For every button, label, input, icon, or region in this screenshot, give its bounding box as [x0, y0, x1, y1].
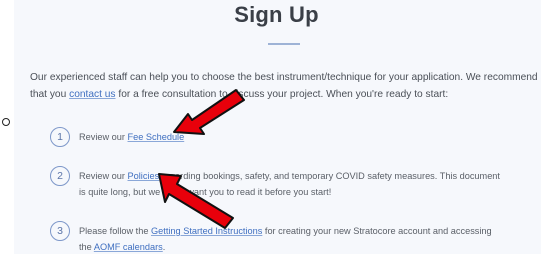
getting-started-link[interactable]: Getting Started Instructions [151, 226, 262, 236]
step-number-2: 2 [50, 166, 70, 186]
step-2-pre: Review our [79, 171, 128, 181]
step-1-pre: Review our [79, 132, 128, 142]
intro-line2-pre: that you [30, 89, 70, 100]
intro-line2-post: for a free consultation to discuss your … [115, 89, 449, 100]
step-3-line2-pre: the [79, 242, 94, 252]
step-number-3: 3 [50, 221, 70, 241]
content-panel [14, 0, 541, 254]
policies-link[interactable]: Policies [128, 171, 160, 181]
step-3-post: for creating your new Stratocore account… [262, 226, 492, 236]
step-2-post: regarding bookings, safety, and temporar… [159, 171, 500, 181]
intro-line1: Our experienced staff can help you to ch… [30, 72, 538, 83]
bullet-marker [2, 118, 10, 126]
contact-us-link[interactable]: contact us [69, 89, 115, 100]
title-divider [268, 43, 300, 45]
intro-paragraph: Our experienced staff can help you to ch… [30, 69, 540, 103]
aomf-calendars-link[interactable]: AOMF calendars [94, 242, 163, 252]
step-3-pre: Please follow the [79, 226, 152, 236]
step-3-line2-post: . [162, 242, 166, 252]
page: Sign Up Our experienced staff can help y… [0, 0, 553, 254]
step-2-line2: is quite long, but we really want you to… [79, 187, 332, 197]
step-2-text: Review our Policies regarding bookings, … [79, 168, 524, 200]
fee-schedule-link[interactable]: Fee Schedule [128, 132, 185, 142]
step-3-text: Please follow the Getting Started Instru… [79, 223, 524, 254]
page-title: Sign Up [234, 2, 319, 27]
step-number-1: 1 [50, 127, 70, 147]
step-1-text: Review our Fee Schedule [79, 129, 524, 145]
